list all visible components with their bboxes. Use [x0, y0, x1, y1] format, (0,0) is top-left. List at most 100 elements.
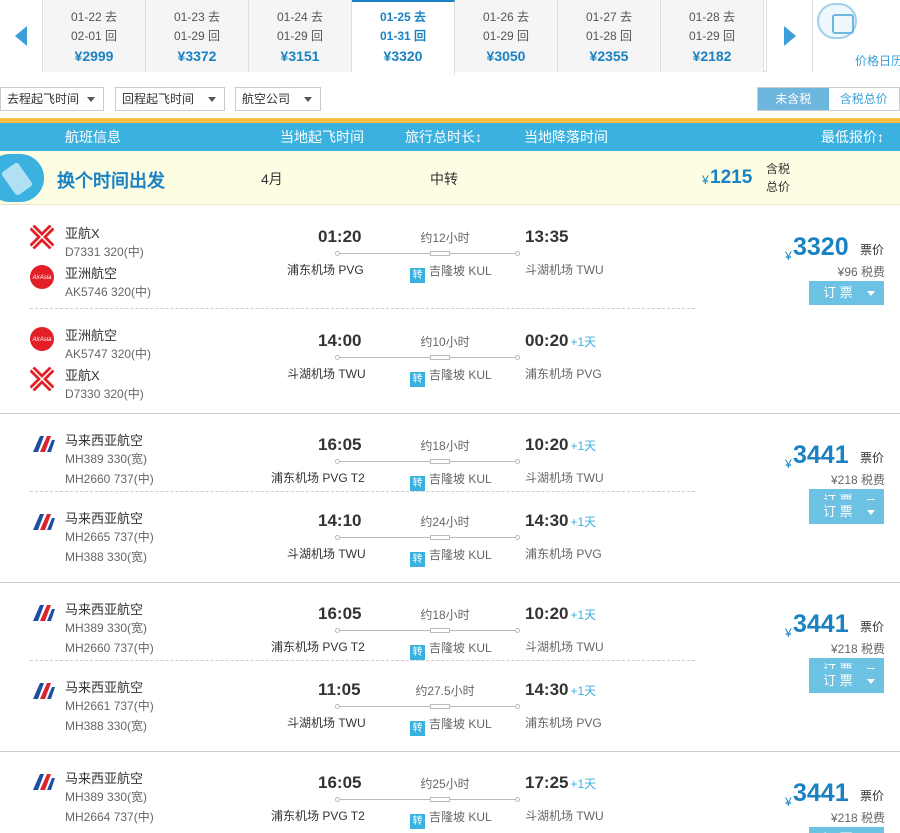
tax-incl-option[interactable]: 含税总价 — [828, 88, 899, 110]
transfer-city: 吉隆坡 KUL — [429, 472, 492, 486]
tax-fee: ¥218 税费 — [830, 811, 885, 825]
transfer-icon: 转 — [410, 814, 425, 829]
date-option[interactable]: 01-23 去 01-29 回 ¥3372 — [146, 0, 249, 72]
date-ret: 01-29 回 — [688, 29, 736, 43]
duration: 约12小时 — [420, 231, 470, 245]
svg-text:AirAsia: AirAsia — [31, 275, 52, 281]
prev-dates-button[interactable] — [0, 0, 42, 72]
tax-fee: ¥218 税费 — [830, 642, 885, 656]
airasia-x-logo — [29, 224, 55, 250]
date-option[interactable]: 01-24 去 01-29 回 ¥3151 — [249, 0, 352, 72]
flight-number: MH389 330(宽) — [65, 621, 148, 635]
route-line — [335, 251, 520, 257]
dep-time: 01:20 — [318, 227, 362, 246]
arr-time-value: 13:35 — [525, 227, 569, 246]
price-currency: ¥ — [785, 626, 792, 640]
col-dep-time: 当地起飞时间 — [280, 129, 364, 145]
fare-label: 票价 — [860, 789, 885, 803]
price-currency: ¥ — [785, 795, 792, 809]
tax-fee: ¥218 税费 — [830, 473, 885, 487]
airasia-logo: AirAsia — [30, 265, 54, 289]
transfer-icon: 转 — [410, 645, 425, 660]
return-segment: 马来西亚航空 MH2661 737(中) MH388 330(宽) 11:05 约27.… — [0, 661, 695, 759]
transfer-stop: 转吉隆坡 KUL — [410, 470, 492, 491]
transfer-icon: 转 — [410, 721, 425, 736]
tax-toggle: 未含税 含税总价 — [757, 87, 900, 111]
book-button[interactable]: 订 票 — [809, 500, 884, 524]
fare-label: 票价 — [860, 451, 885, 465]
next-dates-button[interactable] — [766, 0, 812, 72]
transfer-stop: 转吉隆坡 KUL — [410, 262, 492, 283]
next-day-marker: +1天 — [570, 439, 597, 453]
transfer-icon: 转 — [410, 476, 425, 491]
caret-down-icon — [304, 97, 312, 102]
transfer-city: 吉隆坡 KUL — [429, 717, 492, 731]
flight-number: MH2660 737(中) — [65, 472, 154, 486]
date-tabs: 01-22 去 02-01 回 ¥2999 01-23 去 01-29 回 ¥3372 01… — [42, 0, 766, 75]
dep-time: 14:10 — [318, 511, 362, 530]
date-option[interactable]: 01-26 去 01-29 回 ¥3050 — [455, 0, 558, 72]
segment-divider — [30, 660, 695, 661]
tax-fee: ¥96 税费 — [837, 265, 885, 279]
col-price-sort[interactable]: 最低报价↕ — [821, 123, 884, 151]
arr-time-value: 10:20 — [525, 604, 569, 623]
arr-time: 00:20 +1天 — [525, 331, 596, 351]
date-option[interactable]: 01-28 去 01-29 回 ¥2182 — [661, 0, 764, 72]
filter-ret-time[interactable]: 回程起飞时间 — [115, 87, 225, 111]
dep-airport: 浦东机场 PVG T2 — [271, 809, 365, 823]
arr-airport: 斗湖机场 TWU — [525, 809, 604, 823]
price-value: 3441 — [793, 441, 849, 469]
date-price: ¥2999 — [74, 48, 114, 64]
alt-time-promo[interactable]: 换个时间出发 4月 中转 ¥ 1215 含税 总价 — [0, 151, 900, 205]
malaysia-airlines-logo — [30, 510, 55, 532]
next-day-marker: +1天 — [570, 684, 597, 698]
date-out: 01-26 去 — [482, 10, 530, 24]
dep-time: 16:05 — [318, 435, 362, 454]
calendar-icon — [817, 3, 857, 39]
date-price: ¥2355 — [589, 48, 629, 64]
promo-price: 1215 — [710, 167, 753, 188]
col-duration-sort[interactable]: 旅行总时长↕ — [405, 123, 482, 151]
duration: 约18小时 — [420, 439, 470, 453]
dep-time: 16:05 — [318, 604, 362, 623]
filter-ret-time-label: 回程起飞时间 — [122, 92, 195, 106]
svg-text:AirAsia: AirAsia — [31, 337, 52, 343]
calendar-label: 价格日历 — [855, 54, 900, 68]
dep-time: 16:05 — [318, 773, 362, 792]
book-button[interactable]: 订 票 — [809, 827, 884, 833]
arr-time-value: 17:25 — [525, 773, 569, 792]
flight-number: AK5746 320(中) — [65, 285, 152, 299]
arr-airport: 斗湖机场 TWU — [525, 263, 604, 277]
price-calendar-button[interactable]: 价格日历 — [812, 0, 900, 72]
flight-group: 马来西亚航空 MH389 330(宽) MH2664 737(中) 16:05 约25小… — [0, 752, 900, 833]
caret-down-icon — [208, 97, 216, 102]
book-button[interactable]: 订 票 — [809, 281, 884, 305]
date-option[interactable]: 01-22 去 02-01 回 ¥2999 — [43, 0, 146, 72]
airline-name: 马来西亚航空 — [65, 602, 144, 617]
date-price: ¥3372 — [177, 48, 217, 64]
transfer-stop: 转吉隆坡 KUL — [410, 715, 492, 736]
book-label: 订 票 — [823, 504, 853, 519]
dep-airport: 斗湖机场 TWU — [287, 716, 366, 730]
arr-time: 17:25 +1天 — [525, 773, 596, 793]
price-box: 订 票 — [705, 500, 885, 580]
book-button[interactable]: 订 票 — [809, 669, 884, 693]
date-ret: 01-29 回 — [276, 29, 324, 43]
route-line — [335, 535, 520, 541]
tax-excl-option[interactable]: 未含税 — [758, 88, 829, 110]
filter-airline[interactable]: 航空公司 — [235, 87, 321, 111]
airline-name: 马来西亚航空 — [65, 680, 144, 695]
promo-currency: ¥ — [702, 173, 709, 187]
results-header: 航班信息 当地起飞时间 旅行总时长↕ 当地降落时间 最低报价↕ — [0, 123, 900, 151]
promo-tax-note: 含税 总价 — [766, 160, 790, 196]
col-arr-time: 当地降落时间 — [524, 129, 608, 145]
date-option[interactable]: 01-25 去 01-31 回 ¥3320 — [352, 0, 455, 75]
date-option[interactable]: 01-27 去01-28 回¥2355低 — [558, 0, 676, 72]
malaysia-airlines-logo — [30, 601, 55, 623]
transfer-city: 吉隆坡 KUL — [429, 264, 492, 278]
date-price: ¥3050 — [486, 48, 526, 64]
transfer-stop: 转吉隆坡 KUL — [410, 546, 492, 567]
promo-title: 换个时间出发 — [57, 171, 165, 191]
filter-dep-time[interactable]: 去程起飞时间 — [0, 87, 104, 111]
price-box: ¥3441 票价 ¥218 税费订 票 — [705, 779, 885, 833]
